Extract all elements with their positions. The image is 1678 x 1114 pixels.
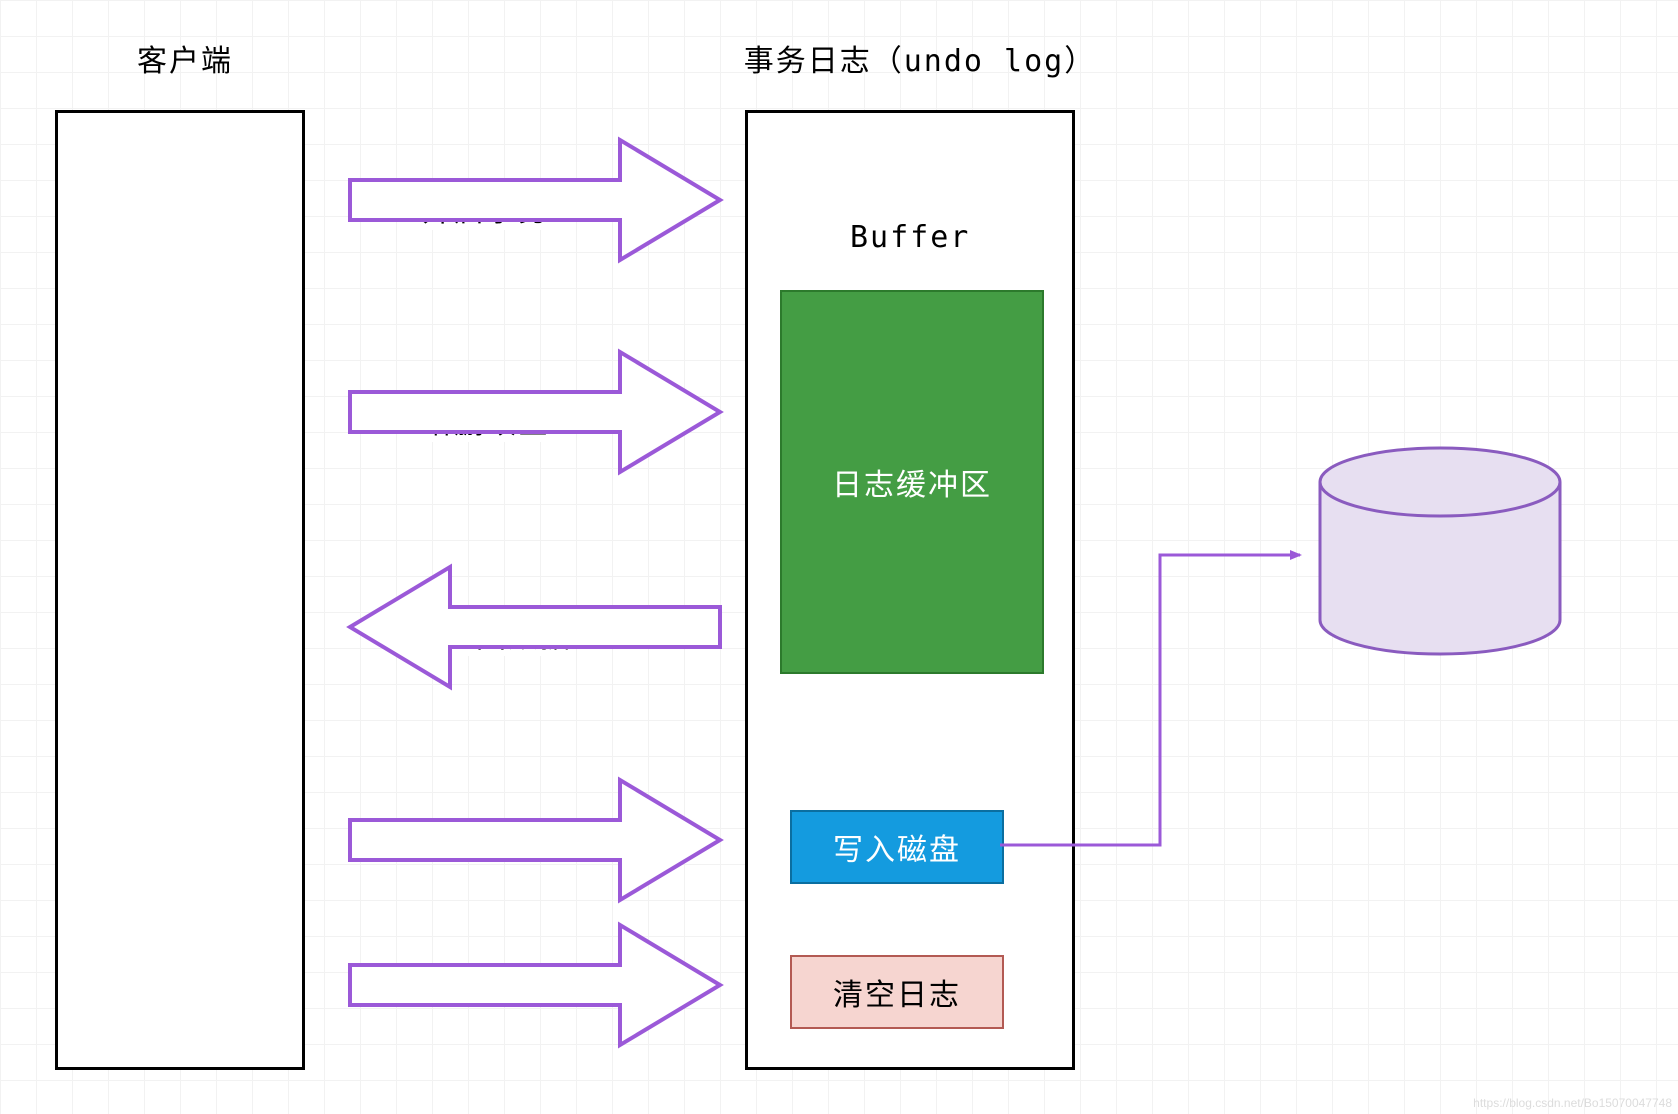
- arrow-label-commit: commit: [440, 825, 568, 860]
- arrow-label-crud: 增删改查: [418, 398, 554, 442]
- diagram-canvas: 客户端 事务日志（undo log） Buffer 日志缓冲区 写入磁盘 清空日…: [0, 0, 1678, 1114]
- arrow-label-return-data: 返回数据: [440, 612, 576, 656]
- watermark: https://blog.csdn.net/Bo15070047748: [1473, 1096, 1672, 1110]
- clear-log-box: 清空日志: [790, 955, 1004, 1029]
- log-buffer-box: 日志缓冲区: [780, 290, 1044, 674]
- arrow-label-start-tx: 开启事务: [418, 186, 554, 230]
- database-label: MySQL: [1395, 532, 1495, 567]
- buffer-title: Buffer: [850, 220, 970, 255]
- clear-log-label: 清空日志: [833, 970, 961, 1014]
- client-box: [55, 110, 305, 1070]
- client-title: 客户端: [100, 36, 270, 80]
- write-disk-box: 写入磁盘: [790, 810, 1004, 884]
- arrow-label-rollback: rollback: [400, 970, 569, 1005]
- undo-log-title: 事务日志（undo log）: [710, 36, 1130, 80]
- log-buffer-label: 日志缓冲区: [832, 460, 992, 504]
- write-disk-label: 写入磁盘: [833, 825, 961, 869]
